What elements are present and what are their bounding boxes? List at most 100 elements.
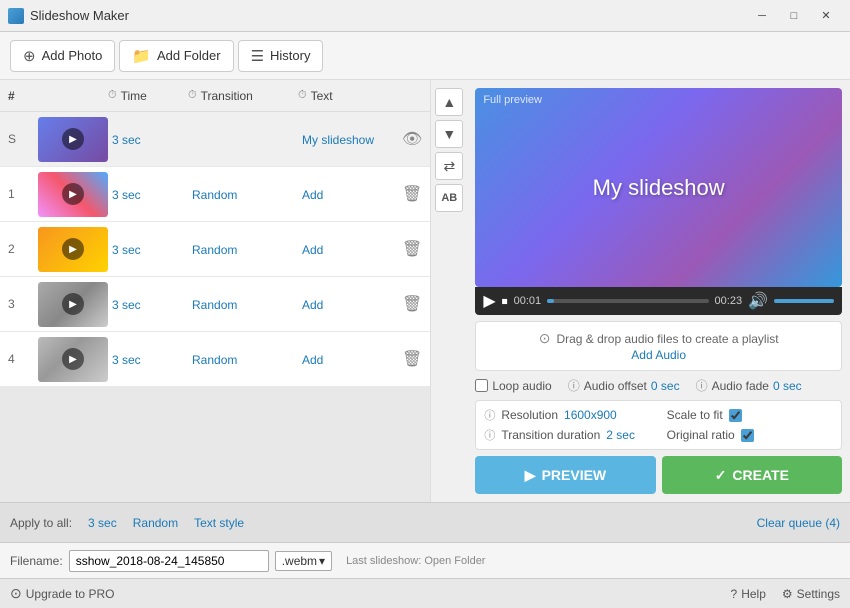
loop-audio-checkbox[interactable] <box>475 379 488 392</box>
slide-text: Add <box>302 242 402 257</box>
audio-fade-value[interactable]: 0 sec <box>773 379 802 393</box>
slide-transition: Random <box>192 187 302 202</box>
col-transition: ⏱ Transition <box>188 89 298 103</box>
volume-bar[interactable] <box>774 299 834 303</box>
table-header: # ⏱ Time ⏱ Transition ⏱ Text <box>0 80 430 112</box>
audio-section: ⊙ Drag & drop audio files to create a pl… <box>475 321 842 371</box>
preview-button[interactable]: ▶ PREVIEW <box>475 456 655 494</box>
app-title: Slideshow Maker <box>30 8 129 23</box>
resolution-row: ⓘ Resolution 1600x900 <box>484 407 650 423</box>
status-icon: ⊙ <box>10 585 22 602</box>
apply-time[interactable]: 3 sec <box>88 516 117 530</box>
resolution-value[interactable]: 1600x900 <box>564 408 617 422</box>
move-up-button[interactable]: ▲ <box>435 88 463 116</box>
status-left: ⊙ Upgrade to PRO <box>10 585 114 602</box>
folder-icon: 📁 <box>132 47 151 65</box>
add-folder-label: Add Folder <box>157 48 221 63</box>
apply-label: Apply to all: <box>10 516 72 530</box>
slide-time: 3 sec <box>112 242 192 257</box>
title-bar: Slideshow Maker ─ □ ✕ <box>0 0 850 32</box>
delete-icon[interactable]: 🗑 <box>402 239 422 259</box>
preview-title: My slideshow <box>593 175 725 201</box>
scale-checkbox[interactable] <box>729 409 742 422</box>
ab-button[interactable]: AB <box>435 184 463 212</box>
play-overlay-icon: ▶ <box>62 183 84 205</box>
filename-input[interactable] <box>69 550 269 572</box>
col-text: ⏱ Text <box>298 89 398 103</box>
current-time: 00:01 <box>514 295 542 307</box>
audio-drag-text: Drag & drop audio files to create a play… <box>556 332 778 346</box>
audio-offset-value[interactable]: 0 sec <box>651 379 680 393</box>
ratio-checkbox[interactable] <box>741 429 754 442</box>
list-side-controls: ▲ ▼ ⇄ AB <box>430 80 467 502</box>
delete-icon[interactable]: 🗑 <box>402 184 422 204</box>
loop-audio-option: Loop audio <box>475 379 551 393</box>
settings-section: ⓘ Resolution 1600x900 Scale to fit ⓘ Tra… <box>475 400 842 450</box>
add-photo-button[interactable]: ⊕ Add Photo <box>10 40 115 72</box>
upgrade-label: Upgrade to PRO <box>26 587 115 601</box>
audio-offset-option: ⓘ Audio offset 0 sec <box>568 377 680 394</box>
add-audio-link[interactable]: Add Audio <box>631 348 686 362</box>
apply-transition[interactable]: Random <box>133 516 178 530</box>
video-controls: ▶ ⏹ 00:01 00:23 🔊 <box>475 287 842 315</box>
audio-fade-option: ⓘ Audio fade 0 sec <box>696 377 802 394</box>
right-panel: Full preview My slideshow ▶ ⏹ 00:01 00:2… <box>467 80 850 502</box>
slide-transition: Random <box>192 242 302 257</box>
delete-icon[interactable]: 🗑 <box>402 349 422 369</box>
table-row: 3 ▶ 3 sec Random Add 🗑 <box>0 277 430 332</box>
row-number: 3 <box>8 297 38 311</box>
slide-text: My slideshow <box>302 132 402 147</box>
slide-time: 3 sec <box>112 132 192 147</box>
play-overlay-icon: ▶ <box>62 348 84 370</box>
row-actions: 🗑 <box>402 294 422 314</box>
stop-button[interactable]: ⏹ <box>502 294 508 309</box>
ext-value: .webm <box>282 554 317 568</box>
row-number: 1 <box>8 187 38 201</box>
row-number: 2 <box>8 242 38 256</box>
help-icon: ? <box>731 587 738 601</box>
play-button[interactable]: ▶ <box>483 291 495 311</box>
preview-label: Full preview <box>483 94 542 106</box>
progress-bar[interactable] <box>547 299 708 303</box>
help-button[interactable]: ? Help <box>731 587 766 601</box>
play-overlay-icon: ▶ <box>62 238 84 260</box>
last-slideshow-info: Last slideshow: Open Folder <box>346 555 485 567</box>
settings-button[interactable]: ⚙ Settings <box>782 587 840 601</box>
play-overlay-icon: ▶ <box>62 293 84 315</box>
close-button[interactable]: ✕ <box>810 5 842 27</box>
table-row: S ▶ 3 sec My slideshow 👁 <box>0 112 430 167</box>
maximize-button[interactable]: □ <box>778 5 810 27</box>
slide-time: 3 sec <box>112 297 192 312</box>
minimize-button[interactable]: ─ <box>746 5 778 27</box>
upgrade-button[interactable]: Upgrade to PRO <box>26 587 115 601</box>
shuffle-button[interactable]: ⇄ <box>435 152 463 180</box>
volume-icon[interactable]: 🔊 <box>748 291 768 311</box>
add-folder-button[interactable]: 📁 Add Folder <box>119 40 233 72</box>
window-controls: ─ □ ✕ <box>746 5 842 27</box>
eye-icon[interactable]: 👁 <box>402 129 422 149</box>
filename-label: Filename: <box>10 554 63 568</box>
settings-icon: ⚙ <box>782 587 793 601</box>
app-icon <box>8 8 24 24</box>
row-number: 4 <box>8 352 38 366</box>
help-label: Help <box>741 587 766 601</box>
move-down-button[interactable]: ▼ <box>435 120 463 148</box>
create-button[interactable]: ✓ CREATE <box>662 456 842 494</box>
apply-text-style[interactable]: Text style <box>194 516 244 530</box>
text-icon: ⏱ <box>298 89 307 102</box>
clear-queue-link[interactable]: Clear queue (4) <box>757 516 840 530</box>
slide-thumbnail: ▶ <box>38 337 108 382</box>
row-actions: 🗑 <box>402 349 422 369</box>
history-button[interactable]: ☰ History <box>238 40 324 72</box>
row-actions: 👁 <box>402 129 422 149</box>
preview-label: PREVIEW <box>542 467 607 483</box>
delete-icon[interactable]: 🗑 <box>402 294 422 314</box>
toolbar: ⊕ Add Photo 📁 Add Folder ☰ History <box>0 32 850 80</box>
slide-thumbnail: ▶ <box>38 282 108 327</box>
status-bar: ⊙ Upgrade to PRO ? Help ⚙ Settings <box>0 578 850 608</box>
slide-text: Add <box>302 297 402 312</box>
status-right: ? Help ⚙ Settings <box>731 587 841 601</box>
scale-row: Scale to fit <box>667 407 833 423</box>
transition-value[interactable]: 2 sec <box>606 428 635 442</box>
history-label: History <box>270 48 310 63</box>
